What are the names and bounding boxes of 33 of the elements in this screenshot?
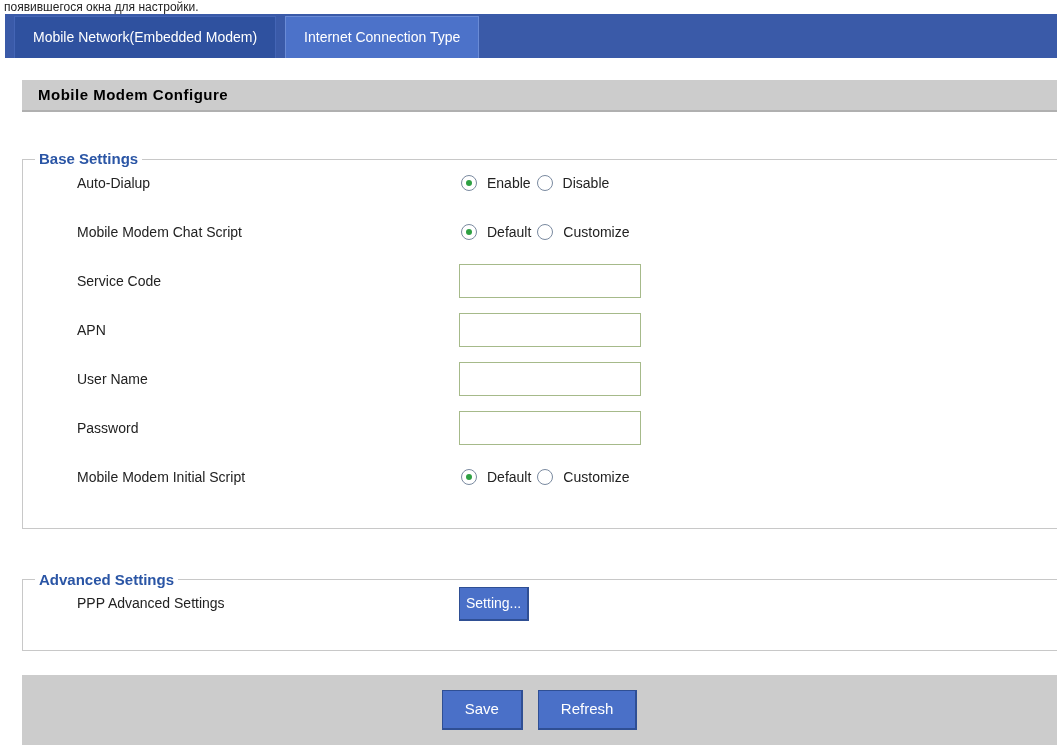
setting-button[interactable]: Setting... — [459, 586, 530, 621]
field-label: Mobile Modem Chat Script — [76, 222, 243, 242]
field-label: Password — [76, 418, 140, 438]
radio-label: Customize — [563, 222, 630, 242]
input-field[interactable] — [459, 313, 641, 347]
radio-button[interactable] — [537, 224, 554, 240]
action-button[interactable]: Refresh — [537, 690, 638, 730]
tab[interactable]: Internet Connection Type — [285, 16, 480, 58]
radio-button[interactable] — [461, 469, 477, 485]
caption-text: появившегося окна для настройки. — [4, 0, 199, 14]
tab[interactable]: Mobile Network(Embedded Modem) — [14, 16, 277, 58]
input-field[interactable] — [459, 264, 641, 298]
fieldset-legend: Advanced Settings — [35, 568, 179, 591]
radio-button[interactable] — [537, 469, 554, 485]
input-field[interactable] — [459, 411, 641, 445]
section-header: Mobile Modem Configure — [38, 84, 229, 105]
field-label: PPP Advanced Settings — [76, 594, 226, 613]
radio-button[interactable] — [461, 175, 477, 191]
field-label: User Name — [76, 369, 149, 389]
radio-label: Disable — [562, 173, 610, 193]
radio-label: Customize — [563, 467, 630, 487]
radio-button[interactable] — [461, 224, 477, 240]
field-label: Mobile Modem Initial Script — [76, 467, 247, 487]
radio-button[interactable] — [536, 175, 553, 191]
fieldset-legend: Base Settings — [35, 148, 143, 171]
input-field[interactable] — [459, 362, 641, 396]
radio-label: Default — [487, 222, 532, 242]
field-label: Service Code — [76, 271, 163, 291]
radio-label: Enable — [487, 173, 531, 193]
radio-label: Default — [487, 467, 532, 487]
field-label: Auto-Dialup — [76, 173, 152, 193]
action-button[interactable]: Save — [441, 690, 523, 730]
field-label: APN — [76, 320, 107, 340]
